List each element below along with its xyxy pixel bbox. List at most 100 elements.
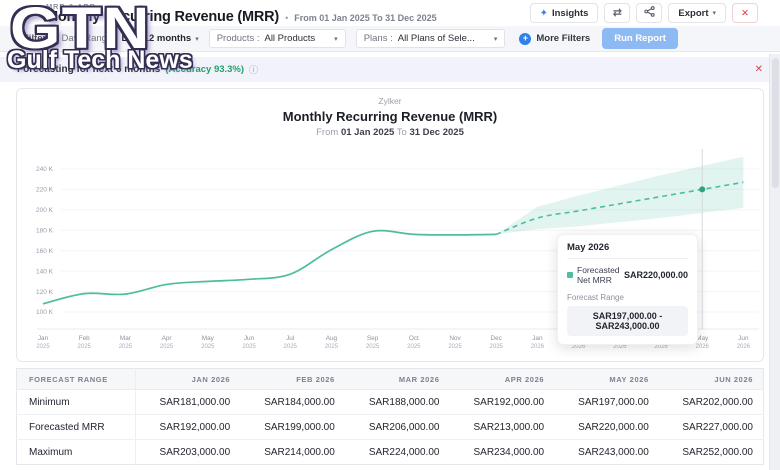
insights-label: Insights	[552, 8, 588, 19]
svg-text:Aug: Aug	[326, 335, 338, 342]
share-icon	[644, 6, 655, 20]
tooltip-series-value: SAR220,000.00	[624, 270, 688, 280]
svg-text:2025: 2025	[201, 344, 215, 350]
table-row-forecasted-mrr: Forecasted MRR SAR192,000.00 SAR199,000.…	[17, 415, 764, 440]
svg-text:2025: 2025	[78, 344, 92, 350]
svg-text:2026: 2026	[696, 344, 710, 350]
table-row-minimum: Minimum SAR181,000.00 SAR184,000.00 SAR1…	[17, 390, 764, 415]
forecast-accuracy: (Accuracy 93.3%)	[165, 64, 244, 75]
svg-text:2025: 2025	[119, 344, 133, 350]
products-label: Products :	[217, 33, 260, 44]
tooltip-range-value: SAR197,000.00 - SAR243,000.00	[567, 306, 688, 336]
svg-text:Jul: Jul	[286, 335, 294, 342]
export-label: Export	[678, 8, 708, 19]
svg-text:Jan: Jan	[532, 335, 543, 342]
svg-text:2025: 2025	[160, 344, 174, 350]
export-button[interactable]: Export ▾	[668, 3, 726, 23]
close-report-button[interactable]: ✕	[732, 3, 758, 23]
svg-text:2025: 2025	[325, 344, 339, 350]
svg-text:Oct: Oct	[409, 335, 419, 342]
svg-text:Nov: Nov	[449, 335, 461, 342]
sparkle-icon: ✦	[540, 8, 548, 19]
share-button[interactable]	[636, 3, 662, 23]
products-value: All Products	[264, 33, 315, 44]
svg-text:2025: 2025	[36, 344, 50, 350]
banner-close-icon[interactable]: ✕	[755, 64, 763, 75]
filters-label: Filters	[23, 33, 52, 44]
col-mar-2026: MAR 2026	[345, 369, 450, 390]
svg-text:140 K: 140 K	[36, 268, 54, 275]
svg-text:Dec: Dec	[491, 335, 503, 342]
filters-bar: Filters Date Range : Last 12 months ▾ Pr…	[0, 26, 780, 52]
funnel-icon	[10, 33, 19, 45]
run-report-button[interactable]: Run Report	[602, 28, 678, 49]
more-filters-button[interactable]: + More Filters	[519, 33, 590, 45]
col-may-2026: MAY 2026	[554, 369, 659, 390]
page: MRR & ARR Monthly Recurring Revenue (MRR…	[0, 0, 780, 470]
plus-circle-icon: +	[519, 33, 531, 45]
tooltip-divider	[567, 258, 688, 259]
svg-text:May: May	[202, 335, 215, 342]
plans-value: All Plans of Sele...	[398, 33, 475, 44]
date-range-value: Last 12 months	[122, 33, 192, 44]
svg-text:Jan: Jan	[38, 335, 49, 342]
col-jun-2026: JUN 2026	[659, 369, 764, 390]
svg-text:220 K: 220 K	[36, 187, 54, 194]
col-jan-2026: JAN 2026	[136, 369, 241, 390]
chevron-down-icon: ▾	[334, 35, 338, 43]
svg-text:2025: 2025	[366, 344, 380, 350]
svg-text:2025: 2025	[242, 344, 256, 350]
chart-company: Zylker	[17, 96, 763, 106]
svg-text:100 K: 100 K	[36, 309, 54, 316]
svg-text:May: May	[696, 335, 709, 342]
info-icon[interactable]: ⓘ	[249, 63, 258, 76]
page-title: Monthly Recurring Revenue (MRR)	[46, 9, 279, 25]
svg-text:160 K: 160 K	[36, 248, 54, 255]
svg-text:Jun: Jun	[244, 335, 255, 342]
table-header-row: FORECAST RANGE JAN 2026 FEB 2026 MAR 202…	[17, 369, 764, 390]
svg-text:120 K: 120 K	[36, 289, 54, 296]
date-range-label: Date Range :	[62, 33, 118, 44]
chevron-down-icon: ▾	[712, 9, 716, 17]
forecast-banner-text: Forecasting for next 6 months	[17, 64, 160, 75]
svg-text:2025: 2025	[490, 344, 504, 350]
date-range-filter[interactable]: Date Range : Last 12 months ▾	[62, 33, 199, 44]
svg-text:2025: 2025	[407, 344, 421, 350]
plans-label: Plans :	[364, 33, 393, 44]
svg-text:240 K: 240 K	[36, 166, 54, 173]
svg-text:Mar: Mar	[120, 335, 132, 342]
series-marker-icon	[567, 272, 573, 278]
chart-tooltip: May 2026 Forecasted Net MRR SAR220,000.0…	[557, 234, 698, 345]
products-filter[interactable]: Products : All Products ▾	[209, 29, 346, 48]
report-date-range: From 01 Jan 2025 To 31 Dec 2025	[294, 13, 436, 23]
svg-text:Feb: Feb	[79, 335, 90, 342]
tooltip-range-label: Forecast Range	[567, 293, 688, 302]
svg-text:2025: 2025	[448, 344, 462, 350]
scrollbar[interactable]	[769, 54, 780, 470]
svg-text:Apr: Apr	[162, 335, 173, 342]
svg-text:2025: 2025	[284, 344, 298, 350]
scrollbar-thumb[interactable]	[772, 58, 779, 188]
chevron-down-icon: ▾	[494, 35, 498, 43]
chart-card: Zylker Monthly Recurring Revenue (MRR) F…	[16, 88, 764, 362]
plans-filter[interactable]: Plans : All Plans of Sele... ▾	[356, 29, 506, 48]
col-feb-2026: FEB 2026	[240, 369, 345, 390]
table-row-maximum: Maximum SAR203,000.00 SAR214,000.00 SAR2…	[17, 440, 764, 465]
more-filters-label: More Filters	[536, 33, 590, 44]
tooltip-series-label: Forecasted Net MRR	[577, 265, 620, 285]
compare-button[interactable]: ⇄	[604, 3, 630, 23]
svg-text:2026: 2026	[531, 344, 545, 350]
forecast-banner: Forecasting for next 6 months (Accuracy …	[0, 57, 780, 82]
chevron-down-icon: ▾	[195, 35, 199, 43]
forecast-table: FORECAST RANGE JAN 2026 FEB 2026 MAR 202…	[16, 368, 764, 465]
tooltip-title: May 2026	[567, 242, 688, 253]
top-header: MRR & ARR Monthly Recurring Revenue (MRR…	[0, 0, 780, 26]
svg-text:Sep: Sep	[367, 335, 379, 342]
svg-text:2026: 2026	[737, 344, 751, 350]
col-forecast-range: FORECAST RANGE	[17, 369, 136, 390]
title-separator: •	[285, 13, 288, 23]
filters-toggle[interactable]: Filters	[10, 33, 52, 45]
chart-title: Monthly Recurring Revenue (MRR)	[17, 109, 763, 124]
insights-button[interactable]: ✦ Insights	[530, 3, 599, 23]
col-apr-2026: APR 2026	[449, 369, 554, 390]
